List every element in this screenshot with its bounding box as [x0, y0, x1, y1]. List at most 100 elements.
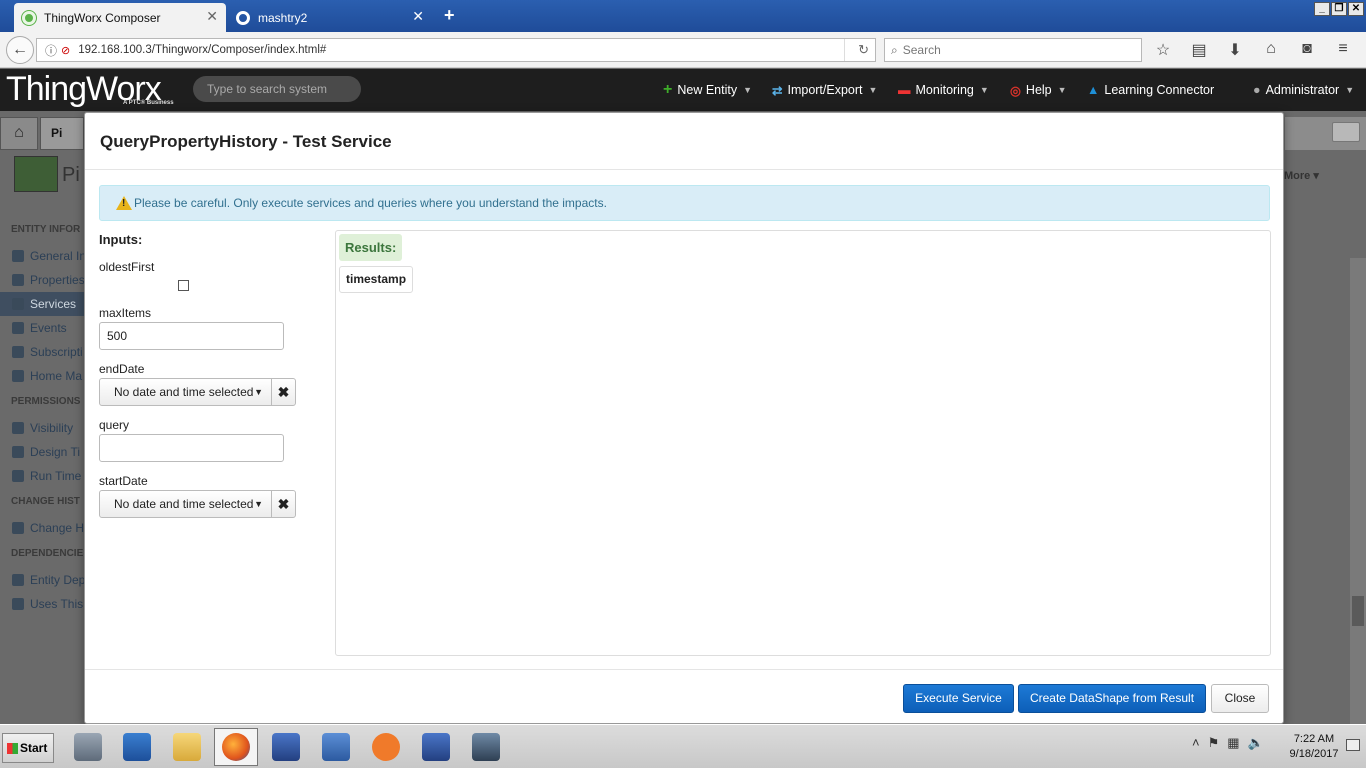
composer-home-tab[interactable]: ⌂ [0, 117, 38, 150]
action-center-flag-icon[interactable]: ⚑ [1208, 735, 1220, 751]
menu-icon[interactable]: ≡ [1332, 40, 1354, 60]
alert-text: Please be careful. Only execute services… [134, 196, 607, 210]
bookmark-star-icon[interactable]: ☆ [1152, 40, 1174, 60]
url-bar[interactable]: ⓘ ⊘ 192.168.100.3/Thingworx/Composer/ind… [36, 38, 876, 62]
volume-muted-icon[interactable]: 🔈 [1248, 735, 1264, 751]
sidebar-item-visibility[interactable]: Visibility [0, 416, 84, 440]
plus-icon: + [663, 81, 673, 98]
show-desktop-button[interactable] [1346, 739, 1360, 751]
close-tab-icon[interactable]: ✕ [206, 8, 218, 25]
menu-label: Import/Export [787, 83, 863, 97]
powershell-icon[interactable] [115, 728, 159, 766]
start-label: Start [20, 741, 48, 755]
background-scrollbar[interactable] [1350, 258, 1366, 724]
entity-tab[interactable]: Pi [40, 117, 84, 150]
close-tab-icon[interactable]: ✕ [412, 8, 424, 25]
clock-time: 7:22 AM [1293, 733, 1335, 745]
tracking-shield-icon[interactable]: ⊘ [61, 44, 70, 57]
header-divider [85, 169, 1283, 170]
sidebar-item-design-time[interactable]: Design Ti [0, 440, 84, 464]
home-icon[interactable]: ⌂ [1260, 40, 1282, 60]
logo-subtitle: A PTC® Business [123, 100, 174, 106]
sidebar-item-change-history[interactable]: Change H [0, 516, 84, 540]
sidebar-item-services[interactable]: Services [0, 292, 84, 316]
sidebar-item-home-mashup[interactable]: Home Ma [0, 364, 84, 388]
system-clock[interactable]: 7:22 AM 9/18/2017 [1286, 732, 1342, 762]
sidebar-item-events[interactable]: Events [0, 316, 84, 340]
new-tab-button[interactable]: + [444, 5, 455, 26]
graduation-cap-icon: ▲ [1087, 83, 1100, 97]
caret-down-icon: ▼ [743, 85, 753, 95]
query-label: query [99, 418, 130, 432]
clear-enddate-button[interactable]: ✖ [271, 378, 296, 406]
sidebar-item-uses-this[interactable]: Uses This [0, 592, 84, 616]
mashup-favicon-icon [236, 10, 250, 25]
reading-list-icon[interactable]: ▤ [1188, 40, 1210, 60]
network-monitor-icon[interactable] [314, 728, 358, 766]
sidebar-item-run-time[interactable]: Run Time [0, 464, 84, 488]
reload-icon[interactable]: ↻ [858, 42, 869, 58]
start-button[interactable]: Start [2, 733, 54, 763]
clock-date: 9/18/2017 [1289, 748, 1339, 760]
tab-mashtry2[interactable]: mashtry2 ✕ [228, 3, 432, 32]
footer-divider [85, 669, 1283, 670]
caret-down-icon: ▼ [254, 387, 263, 397]
server-manager-icon[interactable] [66, 728, 110, 766]
enddate-picker[interactable]: No date and time selected ▼ [99, 378, 272, 406]
browser-search-input[interactable]: ⌕ Search [884, 38, 1142, 62]
query-input[interactable] [99, 434, 284, 462]
system-search-input[interactable]: Type to search system [193, 76, 361, 102]
network-icon[interactable]: ▦ [1227, 735, 1239, 751]
sidebar-section-title: DEPENDENCIE [11, 548, 84, 559]
startdate-picker[interactable]: No date and time selected ▼ [99, 490, 272, 518]
menu-learning-connector[interactable]: ▲ Learning Connector [1087, 69, 1214, 111]
menu-user[interactable]: ● Administrator ▼ [1253, 69, 1354, 111]
more-label: More [1284, 170, 1311, 182]
menu-monitoring[interactable]: ▬ Monitoring ▼ [898, 69, 989, 111]
minimize-icon[interactable]: _ [1314, 2, 1330, 16]
file-explorer-icon[interactable] [165, 728, 209, 766]
clear-startdate-button[interactable]: ✖ [271, 490, 296, 518]
sidebar-section-title: PERMISSIONS [11, 396, 81, 407]
sidebar-item-general[interactable]: General In [0, 244, 84, 268]
tab-menu-button[interactable] [1332, 122, 1360, 142]
close-window-icon[interactable]: ✕ [1348, 2, 1364, 16]
sidebar-item-subscriptions[interactable]: Subscripti [0, 340, 84, 364]
back-button[interactable]: ← [6, 36, 34, 64]
menu-help[interactable]: ◎ Help ▼ [1010, 69, 1067, 111]
tool-icon[interactable] [364, 728, 408, 766]
execute-service-button[interactable]: Execute Service [903, 684, 1014, 713]
system-tray: ˄ ⚑ ▦ 🔈 [1192, 735, 1264, 751]
warning-icon [116, 196, 132, 210]
sidebar-item-entity-dependencies[interactable]: Entity Dep [0, 568, 84, 592]
more-menu[interactable]: More ▾ [1284, 169, 1319, 182]
url-text: 192.168.100.3/Thingworx/Composer/index.h… [78, 44, 327, 56]
sidebar-item-properties[interactable]: Properties [0, 268, 84, 292]
firefox-icon[interactable] [214, 728, 258, 766]
oldestfirst-checkbox[interactable] [178, 280, 189, 291]
test-service-dialog: QueryPropertyHistory - Test Service Plea… [84, 112, 1284, 724]
maximize-icon[interactable]: ❐ [1331, 2, 1347, 16]
toolbar-icons: ☆ ▤ ⬇ ⌂ ◙ ≡ [1152, 40, 1354, 60]
security-lock-icon[interactable] [464, 728, 508, 766]
app-header: ThingWorx A PTC® Business Type to search… [0, 69, 1366, 111]
remote-desktop-2-icon[interactable] [414, 728, 458, 766]
url-divider [844, 39, 845, 61]
maxitems-input[interactable]: 500 [99, 322, 284, 350]
arrow-left-icon: ← [12, 41, 28, 58]
chevron-up-icon[interactable]: ˄ [1192, 735, 1200, 751]
info-icon[interactable]: ⓘ [45, 42, 57, 59]
result-column-header[interactable]: timestamp [339, 266, 414, 293]
monitoring-icon: ▬ [898, 83, 911, 97]
pocket-icon[interactable]: ◙ [1296, 40, 1318, 60]
background-scroll-thumb[interactable] [1352, 596, 1364, 626]
browser-nav-bar: ← ⓘ ⊘ 192.168.100.3/Thingworx/Composer/i… [0, 32, 1366, 68]
menu-import-export[interactable]: ⇄ Import/Export ▼ [772, 69, 877, 111]
close-button[interactable]: Close [1211, 684, 1269, 713]
create-datashape-button[interactable]: Create DataShape from Result [1018, 684, 1206, 713]
caret-down-icon: ▼ [254, 499, 263, 509]
menu-new-entity[interactable]: + New Entity ▼ [663, 69, 752, 111]
download-icon[interactable]: ⬇ [1224, 40, 1246, 60]
remote-desktop-icon[interactable] [264, 728, 308, 766]
tab-thingworx-composer[interactable]: ThingWorx Composer ✕ [14, 3, 226, 32]
